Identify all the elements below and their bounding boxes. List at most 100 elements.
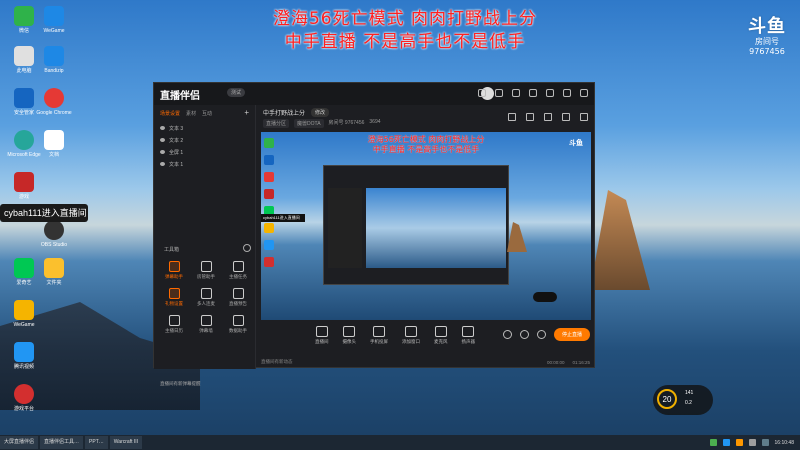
preview-tooltip: cybah111进入直播间 (261, 214, 305, 222)
visibility-icon[interactable] (160, 162, 165, 166)
rock-right (590, 190, 650, 290)
taskbar-item[interactable]: Warcraft III (109, 436, 143, 449)
tool-multi-mic[interactable]: 多人连麦 (190, 288, 222, 307)
app-titlebar: 直播伴侣 测试 (154, 83, 594, 105)
lock-icon[interactable] (526, 113, 534, 121)
desktop-icon-obs[interactable]: OBS Studio (36, 220, 72, 248)
game-chip[interactable]: 魔兽DOTA (294, 119, 324, 128)
preview-desktop-icons (264, 138, 276, 274)
desktop-icon-chrome[interactable]: Google Chrome (36, 88, 72, 116)
desktop-icon-platform[interactable]: 游戏平台 (6, 384, 42, 412)
streaming-app-window: 直播伴侣 测试 场景设置 素材 互动 + 文本 3 文本 2 全屏 1 文本 1… (153, 82, 595, 386)
tool-tasks[interactable]: 主播任务 (222, 261, 254, 280)
visibility-icon[interactable] (160, 126, 165, 130)
tray-icon[interactable] (709, 439, 717, 446)
perf-stat-a: 141 (685, 390, 694, 396)
visibility-icon[interactable] (160, 150, 165, 154)
network-icon[interactable] (761, 439, 769, 446)
preview-rock (507, 222, 527, 252)
taskbar-item[interactable]: 大屏直播伴侣 (0, 436, 39, 449)
microphone-icon (434, 326, 447, 337)
scene-panel: 场景设置 素材 互动 + 文本 3 文本 2 全屏 1 文本 1 工具箱 弹幕助… (154, 105, 256, 386)
scene-item[interactable]: 文本 2 (154, 134, 255, 146)
menu-icon[interactable] (529, 89, 537, 97)
tool-preview[interactable]: 直播预告 (222, 288, 254, 307)
desktop-icon-wegame[interactable]: WeGame (36, 6, 72, 34)
desktop-icon-folder[interactable]: 文件夹 (36, 258, 72, 286)
performance-widget: 20 141 0.2 (653, 385, 713, 415)
edit-title-button[interactable]: 修改 (311, 108, 330, 117)
control-camera[interactable]: 摄像头 (343, 323, 356, 353)
phone-icon (373, 326, 385, 337)
chart-icon (232, 315, 244, 326)
stream-title: 中手打野战上分 (263, 111, 306, 117)
maximize-icon[interactable] (563, 89, 571, 97)
close-icon[interactable] (580, 89, 588, 97)
nested-app-preview (323, 165, 509, 285)
status-bar: 直播间有新动态 00:00:00 01:16:25 (257, 355, 594, 369)
desktop-icon-wegame-2[interactable]: WeGame (6, 300, 42, 328)
tool-gifts[interactable]: 礼物设置 (158, 288, 190, 307)
control-phone-cast[interactable]: 手机投屏 (370, 323, 388, 353)
add-scene-button[interactable]: + (244, 109, 249, 117)
category-chip[interactable]: 直播分区 (263, 119, 290, 128)
preview-perf-widget (533, 292, 557, 302)
screen-icon (315, 326, 328, 337)
fps-value: 20 (657, 389, 677, 409)
taskbar: 大屏直播伴侣 直播伴侣工具… PPT… Warcraft III 16:10:4… (0, 435, 800, 450)
perf-stat-b: 0.2 (685, 400, 692, 406)
screenshot-icon[interactable] (544, 113, 552, 121)
more-icon[interactable] (580, 113, 588, 121)
preview-overlay-subtitle: 中手直播 不是高手也不是低手 (372, 145, 480, 154)
toolbox-settings-icon[interactable] (243, 244, 251, 252)
eye-icon[interactable] (519, 330, 529, 339)
notification-icon[interactable] (562, 113, 570, 121)
status-text: 直播间有新动态 (261, 359, 293, 364)
taskbar-item[interactable]: PPT… (85, 436, 108, 449)
desktop-icon-video[interactable]: 腾讯视频 (6, 342, 42, 370)
tool-danmu[interactable]: 弹幕助手 (158, 261, 190, 280)
scene-item[interactable]: 文本 1 (154, 158, 255, 170)
calendar-icon (168, 315, 180, 326)
visibility-icon[interactable] (160, 138, 165, 142)
tray-icon[interactable] (722, 439, 730, 446)
toolbox-title: 工具箱 (164, 247, 180, 253)
clock[interactable]: 16:10:48 (775, 440, 794, 446)
preview-brand-logo: 斗鱼 (569, 140, 583, 147)
main-panel: 中手打野战上分 修改 直播分区 魔兽DOTA 房间号 9767456 3694 … (257, 105, 594, 369)
tab-interaction[interactable]: 互动 (202, 110, 212, 117)
tool-wall[interactable]: 弹幕墙 (190, 315, 222, 334)
record-icon[interactable] (502, 330, 512, 339)
room-info: 房间号 9767456 (328, 120, 365, 126)
preview-icon (232, 288, 244, 299)
share-icon[interactable] (508, 113, 516, 121)
stream-preview[interactable]: 澄海56死亡模式 肉肉打野战上分 中手直播 不是高手也不是低手 斗鱼 cybah… (261, 132, 591, 320)
tool-admin[interactable]: 房管助手 (190, 261, 222, 280)
desktop-icon-bandizip[interactable]: Bandizip (36, 46, 72, 74)
desktop-icon-game[interactable]: 游戏 (6, 172, 42, 200)
message-icon[interactable] (478, 89, 486, 97)
stream-overlay-title: 澄海56死亡模式 肉肉打野战上分 (272, 9, 538, 29)
tool-calendar[interactable]: 主播日历 (158, 315, 190, 334)
scene-item[interactable]: 文本 3 (154, 122, 255, 134)
control-microphone[interactable]: 麦克风 (434, 323, 448, 353)
task-icon (232, 261, 244, 272)
gear-icon[interactable] (536, 330, 546, 339)
desktop-icon-document[interactable]: 文档 (36, 130, 72, 158)
stop-stream-button[interactable]: 停止直播 (553, 328, 590, 341)
control-live-room[interactable]: 直播间 (315, 323, 329, 353)
popularity: 3694 (369, 119, 381, 125)
control-add-window[interactable]: 添加窗口 (402, 323, 420, 353)
minimize-icon[interactable] (546, 89, 554, 97)
tray-icon[interactable] (735, 439, 743, 446)
gift-icon[interactable] (495, 89, 503, 97)
volume-icon[interactable] (748, 439, 756, 446)
taskbar-item[interactable]: 直播伴侣工具… (40, 436, 84, 449)
tab-scenes[interactable]: 场景设置 (160, 110, 180, 117)
tab-materials[interactable]: 素材 (186, 110, 196, 117)
scene-item[interactable]: 全屏 1 (154, 146, 255, 158)
tool-data[interactable]: 数据助手 (222, 315, 254, 334)
settings-icon[interactable] (512, 89, 520, 97)
control-speaker[interactable]: 扬声器 (462, 323, 475, 353)
room-id: 9767456 (749, 47, 785, 56)
